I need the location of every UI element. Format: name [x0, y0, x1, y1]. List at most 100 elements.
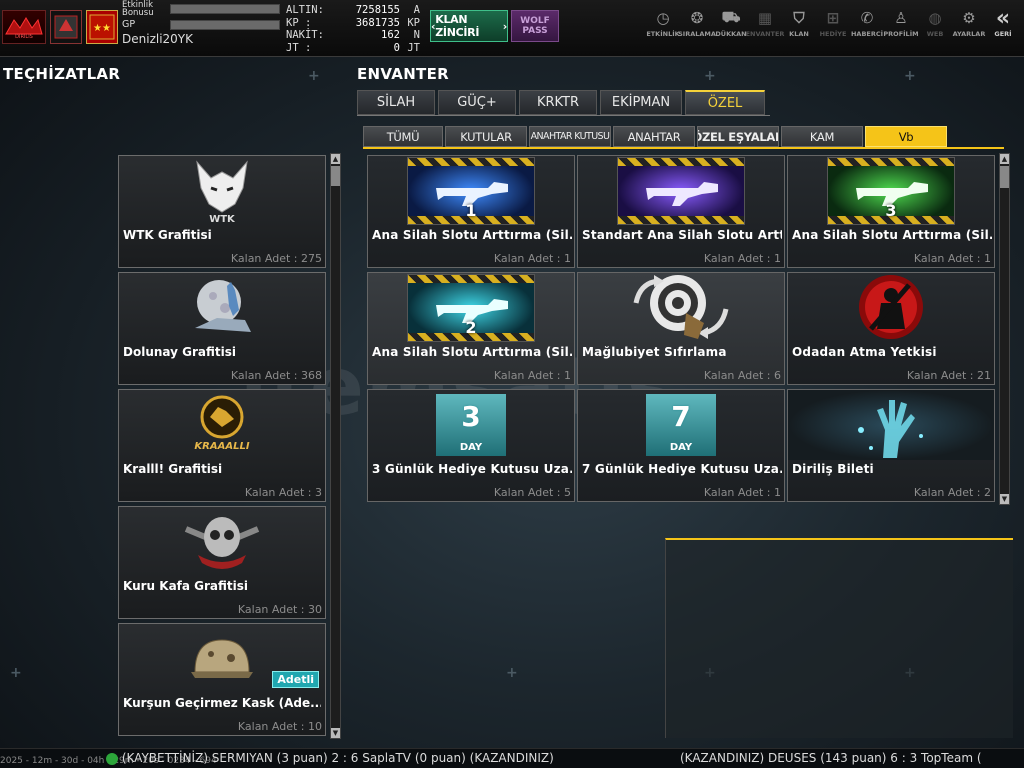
inventory-item[interactable]: Mağlubiyet Sıfırlama Kalan Adet : 6 [577, 272, 785, 385]
nav-dukkan[interactable]: ⛟ DÜKKAN [714, 8, 748, 38]
inventory-item[interactable]: Standart Ana Silah Slotu Artt... Kalan A… [577, 155, 785, 268]
inventory-item[interactable]: 7 DAY 7 Günlük Hediye Kutusu Uza... Kala… [577, 389, 785, 502]
subtab-kutular[interactable]: KUTULAR [445, 126, 527, 147]
wtk-text: WTK [209, 214, 236, 224]
inventory-tabs: SİLAH GÜÇ+ KRKTR EKİPMAN ÖZEL [357, 90, 765, 115]
nav-label: GERİ [994, 30, 1012, 38]
ticker-left: (KAYBETTİNİZ) SERMIYAN (3 puan) 2 : 6 Sa… [106, 751, 554, 765]
equipment-item[interactable]: Dolunay Grafitisi Kalan Adet : 368 [118, 272, 326, 385]
item-qty: Kalan Adet : 1 [703, 252, 781, 265]
klan-zinciri-button[interactable]: ‹ KLAN ZİNCİRİ › [430, 10, 508, 42]
ticker-left-text: (KAYBETTİNİZ) SERMIYAN (3 puan) 2 : 6 Sa… [121, 751, 554, 765]
tab-guc[interactable]: GÜÇ+ [438, 90, 516, 115]
item-name: Standart Ana Silah Slotu Artt... [582, 228, 782, 242]
item-name: Kuru Kafa Grafitisi [123, 579, 249, 593]
moon-graffiti-icon [119, 273, 325, 343]
currency-row: NAKİT: 162 N [286, 29, 422, 42]
inventory-item[interactable]: 3 DAY 3 Günlük Hediye Kutusu Uza... Kala… [367, 389, 575, 502]
inventory-icon: ▦ [757, 9, 773, 27]
nav-ayarlar[interactable]: ⚙ AYARLAR [952, 8, 986, 38]
nav-label: DÜKKAN [715, 30, 747, 38]
item-qty: Kalan Adet : 368 [230, 369, 322, 382]
currency-value: 7258155 [355, 4, 400, 16]
inventory-title: ENVANTER [357, 65, 449, 83]
nav-siralama[interactable]: ❂ SIRALAMA [678, 8, 716, 38]
wolf-pass-button[interactable]: WOLF PASS [511, 10, 559, 42]
inventory-scrollbar[interactable]: ▲ ▼ [999, 153, 1010, 505]
currency-panel: ALTIN: 7258155 A KP :3681735 KP NAKİT: 162 N … [286, 4, 422, 54]
scroll-thumb[interactable] [1000, 166, 1009, 188]
gear-icon: ⚙ [962, 9, 976, 27]
subtab-anahtar[interactable]: ANAHTAR [613, 126, 695, 147]
etkinlik-bonus-bar [170, 4, 280, 14]
equipment-item[interactable]: WTK WTK Grafitisi Kalan Adet : 275 [118, 155, 326, 268]
item-name: Dolunay Grafitisi [123, 345, 236, 359]
gift-icon: ⊞ [826, 9, 840, 27]
clan-emblem: DIRILIS [2, 10, 46, 44]
weapon-slot-icon: 3 [827, 157, 955, 225]
currency-value: 162 [381, 29, 400, 41]
nav-profilim[interactable]: ♙ PROFİLİM [883, 8, 918, 38]
back-icon: « [995, 5, 1011, 31]
rank-badges: DIRILIS ★★ [2, 10, 118, 44]
nav-geri[interactable]: «GERİ [986, 5, 1020, 39]
nav-haberci[interactable]: ✆ HABERCİ [850, 8, 884, 38]
plus-marker: + [904, 68, 916, 84]
clan-logo [50, 10, 82, 44]
inventory-item[interactable]: Odadan Atma Yetkisi Kalan Adet : 21 [787, 272, 995, 385]
svg-text:DIRILIS: DIRILIS [15, 34, 33, 40]
scroll-down-icon[interactable]: ▼ [1000, 494, 1009, 504]
scroll-up-icon[interactable]: ▲ [1000, 154, 1009, 164]
gp-bar [170, 20, 280, 30]
equipment-item[interactable]: KRAAALLI Kralll! Grafitisi Kalan Adet : … [118, 389, 326, 502]
item-qty: Kalan Adet : 1 [703, 486, 781, 499]
nav-web[interactable]: ◍ WEB [918, 8, 952, 38]
target-reset-icon [578, 273, 784, 343]
top-bar: DIRILIS ★★ Etkinlik Bonusu GP Denizli20Y… [0, 0, 1024, 57]
nav-hediye[interactable]: ⊞ HEDİYE [816, 8, 850, 38]
tab-silah[interactable]: SİLAH [357, 90, 435, 115]
tab-divider [357, 115, 770, 116]
scroll-thumb[interactable] [331, 166, 340, 186]
inventory-item[interactable]: 1 Ana Silah Slotu Arttırma (Sil... Kalan… [367, 155, 575, 268]
item-qty: Kalan Adet : 3 [244, 486, 322, 499]
day-label: DAY [669, 442, 693, 453]
inventory-grid: 1 Ana Silah Slotu Arttırma (Sil... Kalan… [367, 155, 997, 502]
subtab-ozel-esyalar[interactable]: ÖZEL EŞYALAR [697, 126, 779, 147]
nav-etkinlik[interactable]: ◷ ETKİNLİK [646, 8, 680, 38]
nav-klan[interactable]: ⛉ KLAN [782, 8, 816, 38]
subtab-kam[interactable]: KAM [781, 126, 863, 147]
subtab-vb[interactable]: Vb [865, 126, 947, 147]
adetli-badge: Adetli [272, 671, 319, 688]
weapon-slot-icon: 2 [407, 274, 535, 342]
item-qty: Kalan Adet : 1 [493, 252, 571, 265]
item-qty: Kalan Adet : 30 [237, 603, 322, 616]
item-name: Ana Silah Slotu Arttırma (Sil... [792, 228, 992, 242]
nav-label: HEDİYE [819, 30, 847, 38]
equipment-item[interactable]: Adetli Kurşun Geçirmez Kask (Ade... Kala… [118, 623, 326, 736]
tab-krktr[interactable]: KRKTR [519, 90, 597, 115]
inventory-item[interactable]: Diriliş Bileti Kalan Adet : 2 [787, 389, 995, 502]
item-name: Ana Silah Slotu Arttırma (Sil... [372, 345, 572, 359]
nav-label: ENVANTER [745, 30, 785, 38]
item-name: 7 Günlük Hediye Kutusu Uza... [582, 462, 782, 476]
inventory-item[interactable]: 3 Ana Silah Slotu Arttırma (Sil... Kalan… [787, 155, 995, 268]
inventory-item[interactable]: 2 Ana Silah Slotu Arttırma (Sil... Kalan… [367, 272, 575, 385]
tab-ozel[interactable]: ÖZEL [685, 90, 765, 115]
equipment-scrollbar[interactable]: ▲ ▼ [330, 153, 341, 739]
equipment-item[interactable]: Kuru Kafa Grafitisi Kalan Adet : 30 [118, 506, 326, 619]
subtab-anahtar-kutusu[interactable]: ANAHTAR KUTUSU [529, 126, 611, 147]
nav-label: SIRALAMA [678, 30, 716, 38]
gift-day-icon: 7 DAY [646, 394, 716, 456]
etkinlik-bonus-label: Etkinlik Bonusu [122, 0, 154, 18]
item-detail-panel [665, 538, 1013, 738]
nav-envanter[interactable]: ▦ ENVANTER [745, 8, 785, 38]
subtab-tumu[interactable]: TÜMÜ [363, 126, 443, 147]
klan-zinciri-label: KLAN ZİNCİRİ [435, 13, 480, 39]
scroll-down-icon[interactable]: ▼ [331, 728, 340, 738]
item-name: Ana Silah Slotu Arttırma (Sil... [372, 228, 572, 242]
skull-graffiti-icon [119, 507, 325, 577]
scroll-up-icon[interactable]: ▲ [331, 154, 340, 164]
tab-ekipman[interactable]: EKİPMAN [600, 90, 682, 115]
subtab-underline [363, 147, 1004, 149]
